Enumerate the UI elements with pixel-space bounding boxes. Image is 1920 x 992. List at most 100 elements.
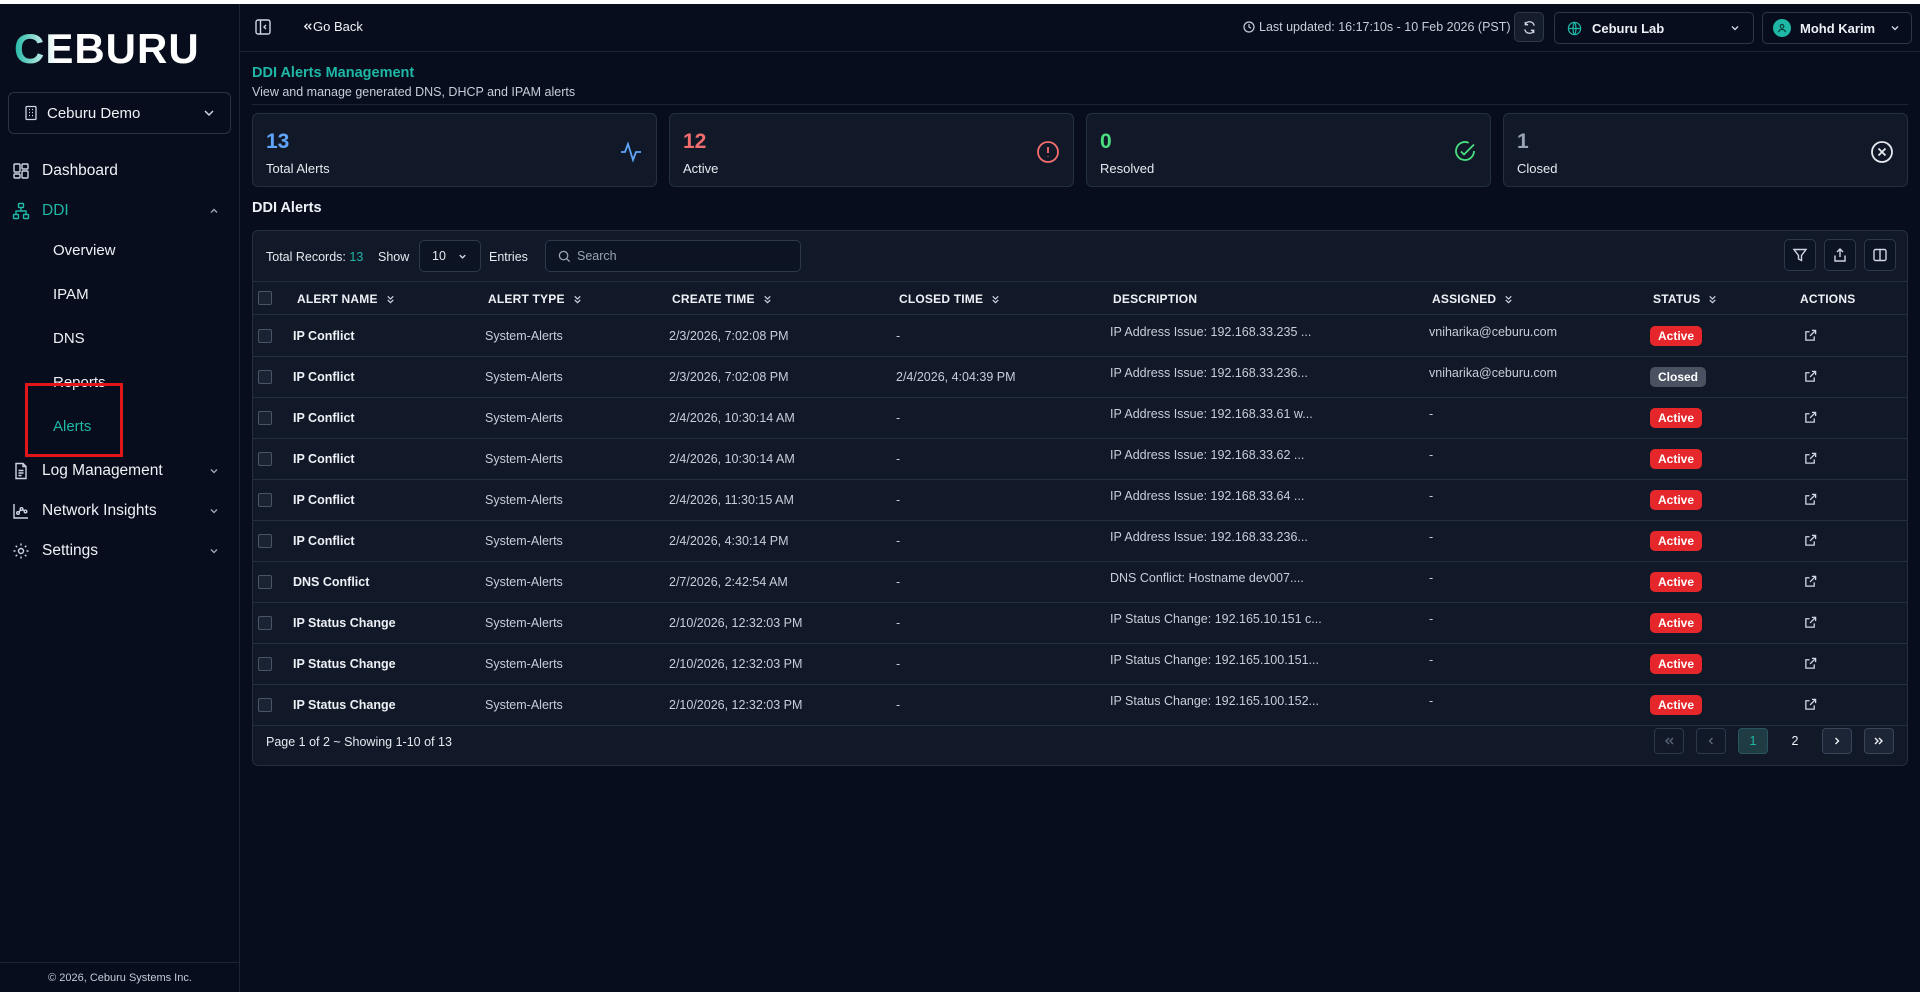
nav-ddi-overview[interactable]: Overview (53, 242, 116, 259)
external-link-icon[interactable] (1804, 370, 1817, 383)
stat-card-total: 13 Total Alerts (252, 113, 657, 187)
external-link-icon[interactable] (1804, 575, 1817, 588)
columns-button[interactable] (1864, 239, 1896, 271)
cell-alert-name[interactable]: IP Conflict (293, 411, 355, 425)
export-button[interactable] (1824, 239, 1856, 271)
cell-description: IP Status Change: 192.165.100.152... (1110, 694, 1319, 708)
nav-settings[interactable]: Settings (12, 539, 220, 563)
row-checkbox[interactable] (258, 370, 272, 384)
external-link-icon[interactable] (1804, 657, 1817, 670)
table-row[interactable]: IP Status Change System-Alerts 2/10/2026, … (253, 603, 1907, 644)
previous-page-button[interactable] (1696, 728, 1726, 754)
cell-description: IP Status Change: 192.165.100.151... (1110, 653, 1319, 667)
external-link-icon[interactable] (1804, 616, 1817, 629)
table-row[interactable]: IP Conflict System-Alerts 2/4/2026, 11:30:… (253, 480, 1907, 521)
total-records-label: Total Records: (266, 250, 346, 264)
svg-text:CEBURU: CEBURU (14, 26, 200, 68)
table-row[interactable]: DNS Conflict System-Alerts 2/7/2026, 2:42:… (253, 562, 1907, 603)
table-row[interactable]: IP Conflict System-Alerts 2/3/2026, 7:02:0… (253, 357, 1907, 398)
cell-alert-name[interactable]: DNS Conflict (293, 575, 369, 589)
cell-assigned: - (1429, 694, 1434, 708)
table-row[interactable]: IP Conflict System-Alerts 2/4/2026, 10:30:… (253, 439, 1907, 480)
page-2-button[interactable]: 2 (1780, 728, 1810, 754)
row-checkbox[interactable] (258, 329, 272, 343)
column-assigned[interactable]: ASSIGNED (1432, 292, 1514, 306)
table-row[interactable]: IP Conflict System-Alerts 2/4/2026, 10:30:… (253, 398, 1907, 439)
cell-alert-name[interactable]: IP Status Change (293, 698, 396, 712)
sort-icon (1709, 295, 1717, 304)
table-row[interactable]: IP Conflict System-Alerts 2/3/2026, 7:02:0… (253, 316, 1907, 357)
cell-alert-type: System-Alerts (485, 534, 563, 548)
column-closed-time[interactable]: CLOSED TIME (899, 292, 1001, 306)
table-row[interactable]: IP Conflict System-Alerts 2/4/2026, 4:30:1… (253, 521, 1907, 562)
chevron-down-icon (459, 254, 466, 259)
nav-ddi-ipam[interactable]: IPAM (53, 286, 89, 303)
cell-closed-time: - (896, 411, 901, 425)
cell-alert-name[interactable]: IP Conflict (293, 534, 355, 548)
x-circle-icon (1871, 141, 1893, 163)
sidebar: CEBURU Ceburu Demo Dashboard DDI Overvie… (0, 4, 240, 992)
table-header: ALERT NAME ALERT TYPE CREATE TIME CLOSED… (253, 281, 1907, 315)
cell-assigned: - (1429, 571, 1434, 585)
first-page-button[interactable] (1654, 728, 1684, 754)
external-link-icon[interactable] (1804, 411, 1817, 424)
page-1-button[interactable]: 1 (1738, 728, 1768, 754)
go-back-link[interactable]: Go Back (302, 19, 363, 34)
page-size-select[interactable]: 10 (419, 240, 481, 272)
row-checkbox[interactable] (258, 657, 272, 671)
cell-description: IP Address Issue: 192.168.33.64 ... (1110, 489, 1305, 503)
copyright-footer: © 2026, Ceburu Systems Inc. (0, 962, 240, 992)
nav-network-insights-label: Network Insights (42, 502, 157, 519)
organization-select[interactable]: Ceburu Demo (8, 92, 231, 134)
cell-assigned: vniharika@ceburu.com (1429, 325, 1558, 339)
cell-alert-name[interactable]: IP Conflict (293, 452, 355, 466)
external-link-icon[interactable] (1804, 493, 1817, 506)
column-label: ASSIGNED (1432, 292, 1497, 306)
external-link-icon[interactable] (1804, 698, 1817, 711)
refresh-button[interactable] (1514, 12, 1544, 42)
nav-dashboard[interactable]: Dashboard (12, 159, 220, 183)
ceburu-logo[interactable]: CEBURU (14, 25, 210, 72)
cell-create-time: 2/10/2026, 12:32:03 PM (669, 616, 803, 630)
cell-description: IP Address Issue: 192.168.33.235 ... (1110, 325, 1312, 339)
row-checkbox[interactable] (258, 452, 272, 466)
cell-alert-name[interactable]: IP Status Change (293, 657, 396, 671)
nav-ddi-dns[interactable]: DNS (53, 330, 85, 347)
site-select[interactable]: Ceburu Lab (1554, 12, 1754, 44)
column-alert-name[interactable]: ALERT NAME (297, 292, 396, 306)
last-page-button[interactable] (1864, 728, 1894, 754)
last-updated-text: Last updated: 16:17:10s - 10 Feb 2026 (P… (1259, 20, 1511, 34)
cell-alert-name[interactable]: IP Conflict (293, 493, 355, 507)
cell-create-time: 2/7/2026, 2:42:54 AM (669, 575, 788, 589)
row-checkbox[interactable] (258, 575, 272, 589)
select-all-checkbox[interactable] (258, 291, 272, 305)
search-icon (558, 250, 571, 262)
row-checkbox[interactable] (258, 616, 272, 630)
row-checkbox[interactable] (258, 698, 272, 712)
row-checkbox[interactable] (258, 534, 272, 548)
nav-network-insights[interactable]: Network Insights (12, 499, 220, 523)
gear-icon (12, 542, 30, 560)
search-field[interactable] (545, 240, 801, 272)
external-link-icon[interactable] (1804, 452, 1817, 465)
cell-create-time: 2/10/2026, 12:32:03 PM (669, 698, 803, 712)
next-page-button[interactable] (1822, 728, 1852, 754)
column-create-time[interactable]: CREATE TIME (672, 292, 773, 306)
filter-button[interactable] (1784, 239, 1816, 271)
row-checkbox[interactable] (258, 411, 272, 425)
cell-alert-name[interactable]: IP Conflict (293, 370, 355, 384)
cell-alert-name[interactable]: IP Conflict (293, 329, 355, 343)
nav-ddi[interactable]: DDI (12, 199, 220, 223)
column-alert-type[interactable]: ALERT TYPE (488, 292, 583, 306)
user-menu[interactable]: Mohd Karim (1762, 12, 1912, 44)
search-input[interactable] (577, 249, 777, 263)
external-link-icon[interactable] (1804, 534, 1817, 547)
cell-closed-time: - (896, 493, 901, 507)
external-link-icon[interactable] (1804, 329, 1817, 342)
collapse-sidebar-icon[interactable] (254, 18, 272, 36)
row-checkbox[interactable] (258, 493, 272, 507)
cell-alert-name[interactable]: IP Status Change (293, 616, 396, 630)
column-status[interactable]: STATUS (1653, 292, 1718, 306)
table-row[interactable]: IP Status Change System-Alerts 2/10/2026, … (253, 644, 1907, 685)
nav-log-management[interactable]: Log Management (12, 459, 220, 483)
